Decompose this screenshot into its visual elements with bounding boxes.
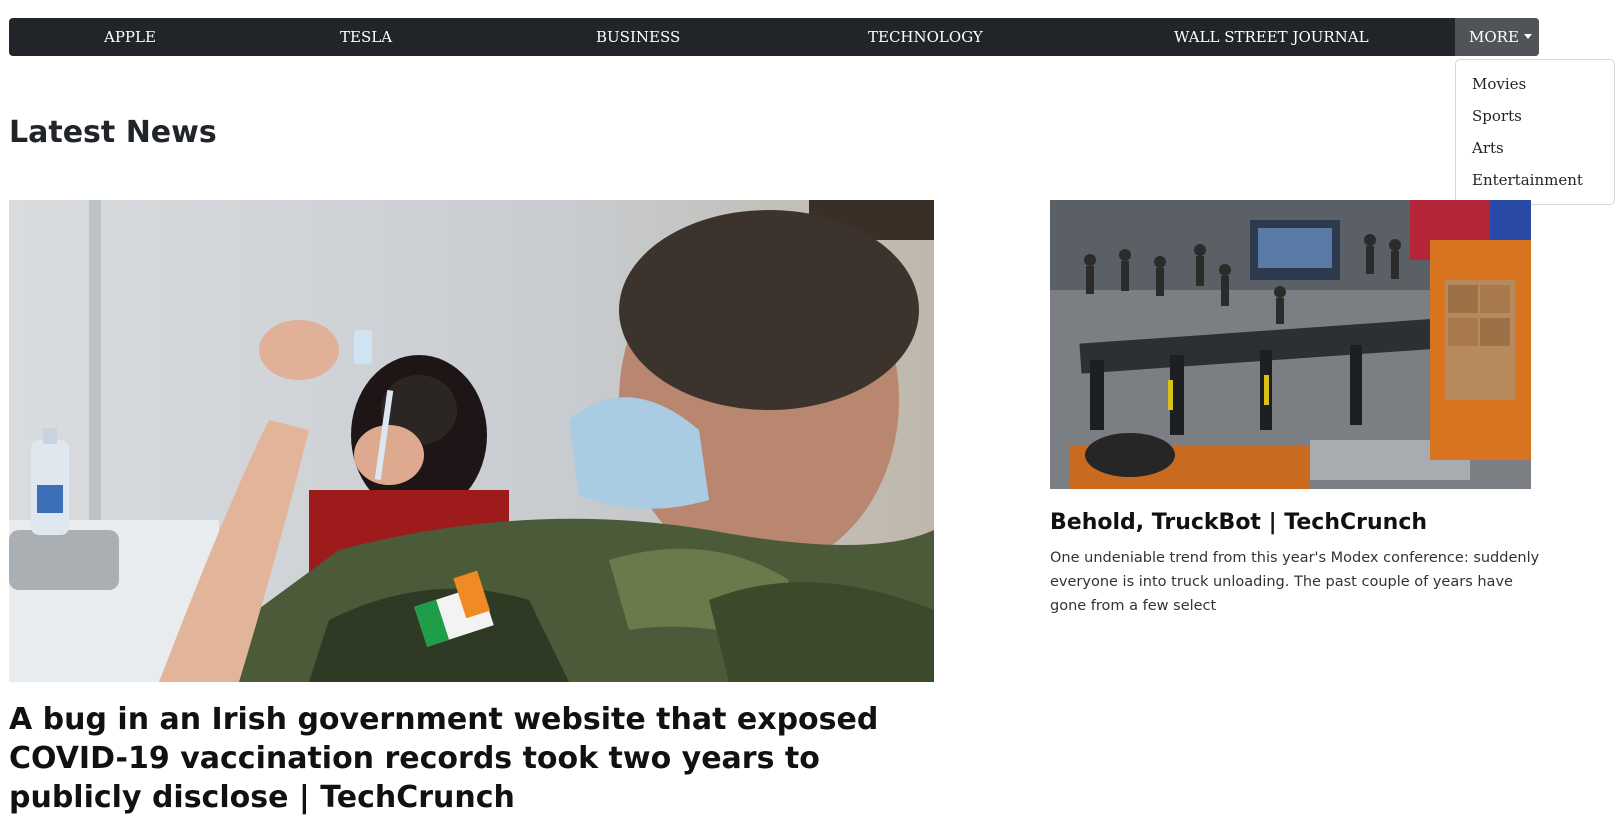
nav-link-business[interactable]: BUSINESS [596, 18, 680, 56]
more-label: MORE [1469, 28, 1519, 46]
nav-link-tesla[interactable]: TESLA [340, 18, 392, 56]
vaccination-photo[interactable] [9, 200, 934, 682]
nav-link-wall-street-journal[interactable]: WALL STREET JOURNAL [1174, 18, 1369, 56]
dropdown-item-sports[interactable]: Sports [1456, 104, 1614, 136]
truck-unloading-robot-photo[interactable] [1050, 200, 1531, 489]
dropdown-item-movies[interactable]: Movies [1456, 72, 1614, 104]
caret-down-icon [1523, 34, 1532, 39]
side-article-headline[interactable]: Behold, TruckBot | TechCrunch [1050, 508, 1540, 538]
top-navbar: APPLE TESLA BUSINESS TECHNOLOGY WALL STR… [9, 18, 1539, 56]
more-dropdown-toggle[interactable]: MORE [1455, 18, 1539, 56]
side-article-description: One undeniable trend from this year's Mo… [1050, 550, 1540, 614]
main-article-headline[interactable]: A bug in an Irish government website tha… [9, 700, 944, 817]
nav-link-apple[interactable]: APPLE [104, 18, 156, 56]
nav-link-technology[interactable]: TECHNOLOGY [868, 18, 983, 56]
more-dropdown-menu: Movies Sports Arts Entertainment [1455, 59, 1615, 205]
dropdown-item-entertainment[interactable]: Entertainment [1456, 168, 1614, 200]
page-title: Latest News [9, 115, 217, 150]
dropdown-item-arts[interactable]: Arts [1456, 136, 1614, 168]
